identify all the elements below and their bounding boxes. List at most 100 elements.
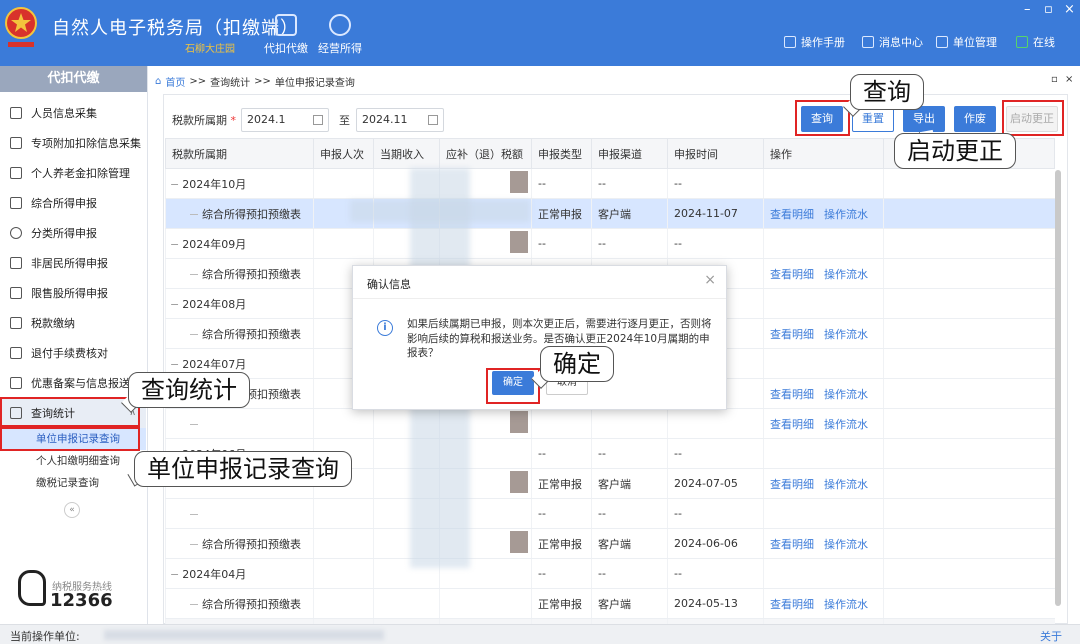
restore-icon[interactable]: ▫: [1051, 74, 1058, 85]
sidebar-item-tax-payment[interactable]: 税款缴纳: [0, 308, 146, 338]
period-label-text: 税款所属期: [172, 114, 227, 127]
home-icon: ⌂: [155, 76, 162, 87]
redacted-unit-name: [104, 630, 384, 640]
sidebar-item-classified[interactable]: 分类所得申报: [0, 218, 146, 248]
link-messages[interactable]: 消息中心: [862, 34, 923, 50]
tree-toggle-icon[interactable]: −: [170, 238, 179, 251]
table-row[interactable]: 综合所得预扣预缴表 正常申报 客户端 2024-06-06 查看明细 操作流水: [165, 528, 1055, 559]
breadcrumb-home[interactable]: 首页: [165, 74, 185, 89]
col-period[interactable]: 税款所属期: [165, 138, 314, 169]
cell-filler: [883, 528, 1055, 559]
link-label: 消息中心: [879, 36, 923, 49]
sidebar-item-pension[interactable]: 个人养老金扣除管理: [0, 158, 146, 188]
col-count[interactable]: 申报人次: [313, 138, 374, 169]
withholding-icon: [275, 14, 297, 36]
cell-channel: 客户端: [591, 588, 668, 619]
cell-period: −2024年10月: [165, 168, 314, 199]
table-row[interactable]: 查看明细 操作流水: [165, 408, 1055, 439]
view-detail-link[interactable]: 查看明细: [770, 328, 814, 341]
view-detail-link[interactable]: 查看明细: [770, 538, 814, 551]
dialog-close-icon[interactable]: ×: [704, 272, 716, 288]
operation-log-link[interactable]: 操作流水: [824, 268, 868, 281]
cell-type: [531, 408, 592, 439]
cell-actions: 查看明细 操作流水: [763, 198, 884, 229]
sidebar-item-preferential-filing[interactable]: 优惠备案与信息报送: [0, 368, 146, 398]
table-row[interactable]: 综合所得预扣预缴表 正常申报 客户端 2024-11-07 查看明细 操作流水: [165, 198, 1055, 229]
sidebar-item-person-info[interactable]: 人员信息采集: [0, 98, 146, 128]
view-detail-link[interactable]: 查看明细: [770, 418, 814, 431]
cell-type: --: [531, 438, 592, 469]
col-time[interactable]: 申报时间: [667, 138, 764, 169]
cell-count: [313, 408, 374, 439]
cell-filler: [883, 228, 1055, 259]
callout-confirm: 确定: [540, 346, 614, 382]
hotline-number: 12366: [50, 590, 113, 611]
tree-toggle-icon[interactable]: −: [170, 178, 179, 191]
collapse-sidebar-button[interactable]: «: [64, 502, 80, 518]
sidebar-item-special-deduction[interactable]: 专项附加扣除信息采集: [0, 128, 146, 158]
start-correction-button[interactable]: 启动更正: [1006, 106, 1058, 132]
nav-withholding[interactable]: 代扣代缴: [256, 14, 316, 56]
tree-toggle-icon[interactable]: −: [170, 298, 179, 311]
hotline-icon: [18, 570, 46, 606]
cell-filler: [883, 348, 1055, 379]
sidebar-item-nonresident[interactable]: 非居民所得申报: [0, 248, 146, 278]
group-row[interactable]: −2024年10月 -- -- --: [165, 168, 1055, 199]
operation-log-link[interactable]: 操作流水: [824, 208, 868, 221]
operation-log-link[interactable]: 操作流水: [824, 478, 868, 491]
group-row[interactable]: −2024年09月 -- -- --: [165, 228, 1055, 259]
link-unit-management[interactable]: 单位管理: [936, 34, 997, 50]
void-button[interactable]: 作废: [954, 106, 996, 132]
redacted-block: [510, 471, 528, 493]
col-income[interactable]: 当期收入: [373, 138, 440, 169]
calendar-icon: [313, 115, 323, 125]
operation-log-link[interactable]: 操作流水: [824, 328, 868, 341]
sidebar-item-label: 限售股所得申报: [31, 287, 108, 300]
tree-toggle-icon[interactable]: −: [170, 568, 179, 581]
group-row[interactable]: −2024年04月 -- -- --: [165, 558, 1055, 589]
cell-filler: [883, 468, 1055, 499]
col-channel[interactable]: 申报渠道: [591, 138, 668, 169]
view-detail-link[interactable]: 查看明细: [770, 208, 814, 221]
tree-toggle-icon[interactable]: −: [170, 358, 179, 371]
cell-actions: [763, 348, 884, 379]
view-detail-link[interactable]: 查看明细: [770, 388, 814, 401]
sidebar-sub-unit-record[interactable]: 单位申报记录查询: [0, 428, 146, 450]
sidebar-item-restricted-stock[interactable]: 限售股所得申报: [0, 278, 146, 308]
table-row[interactable]: 综合所得预扣预缴表 正常申报 客户端 2024-05-13 查看明细 操作流水: [165, 588, 1055, 619]
sidebar-item-refund-fee[interactable]: 退付手续费核对: [0, 338, 146, 368]
breadcrumb-level1[interactable]: 查询统计: [210, 74, 250, 89]
dialog-confirm-button[interactable]: 确定: [492, 371, 534, 395]
search-button[interactable]: 查询: [801, 106, 843, 132]
view-detail-link[interactable]: 查看明细: [770, 268, 814, 281]
cell-filler: [883, 408, 1055, 439]
operation-log-link[interactable]: 操作流水: [824, 538, 868, 551]
operation-log-link[interactable]: 操作流水: [824, 598, 868, 611]
close-icon[interactable]: ×: [1064, 2, 1075, 17]
operation-log-link[interactable]: 操作流水: [824, 418, 868, 431]
period-text: 综合所得预扣预缴表: [202, 597, 301, 611]
sidebar-item-comprehensive[interactable]: 综合所得申报: [0, 188, 146, 218]
sidebar-sub-personal-detail[interactable]: 个人扣缴明细查询: [0, 450, 146, 472]
about-link[interactable]: 关于: [1040, 628, 1062, 644]
nav-business-income[interactable]: 经营所得: [310, 14, 370, 56]
view-detail-link[interactable]: 查看明细: [770, 478, 814, 491]
col-tax[interactable]: 应补（退）税额: [439, 138, 532, 169]
table-row[interactable]: -- -- --: [165, 498, 1055, 529]
cell-type: 正常申报: [531, 468, 592, 499]
link-manual[interactable]: 操作手册: [784, 34, 845, 50]
col-type[interactable]: 申报类型: [531, 138, 592, 169]
cell-time: --: [667, 558, 764, 589]
view-detail-link[interactable]: 查看明细: [770, 598, 814, 611]
online-status[interactable]: 在线: [1016, 34, 1055, 50]
period-end-input[interactable]: 2024.11: [356, 108, 444, 132]
cell-filler: [883, 558, 1055, 589]
maximize-icon[interactable]: ▫: [1044, 2, 1053, 17]
period-start-input[interactable]: 2024.1: [241, 108, 329, 132]
minimize-icon[interactable]: –: [1024, 2, 1031, 17]
table-scrollbar[interactable]: [1055, 170, 1061, 606]
sidebar-sub-payment-record[interactable]: 缴税记录查询: [0, 472, 146, 494]
operation-log-link[interactable]: 操作流水: [824, 388, 868, 401]
close-tab-icon[interactable]: ×: [1065, 74, 1073, 85]
cell-filler: [883, 438, 1055, 469]
